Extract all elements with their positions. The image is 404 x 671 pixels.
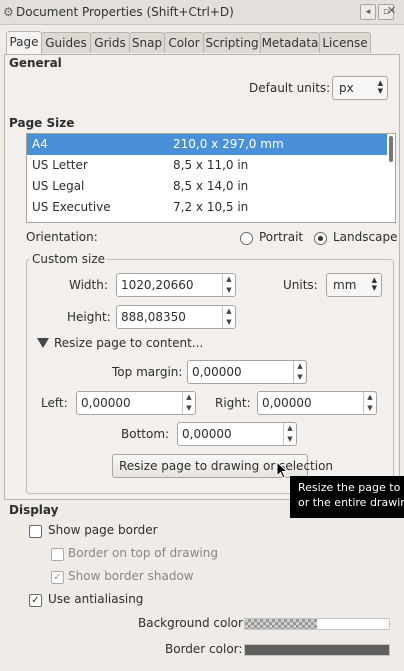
close-icon[interactable]: ✕ (387, 4, 396, 17)
page-size-name: A4 (32, 137, 48, 151)
tab-grids[interactable]: Grids (90, 32, 130, 53)
spin-arrows-icon[interactable]: ▲ ▼ (222, 274, 235, 296)
right-margin-label: Right: (215, 396, 251, 410)
background-color-swatch[interactable] (244, 618, 390, 630)
expander-triangle-icon[interactable] (37, 338, 49, 348)
border-color-swatch[interactable] (244, 644, 390, 656)
custom-size-legend: Custom size (30, 252, 108, 266)
left-margin-spinbox[interactable]: 0,00000 ▲ ▼ (76, 391, 196, 415)
width-spinbox[interactable]: 1020,20660 ▲ ▼ (116, 273, 236, 297)
border-on-top-label[interactable]: Border on top of drawing (68, 546, 218, 560)
right-margin-value: 0,00000 (262, 396, 312, 410)
page-size-list[interactable]: A4 210,0 x 297,0 mm US Letter 8,5 x 11,0… (26, 133, 396, 223)
height-value: 888,08350 (121, 310, 186, 324)
resize-expander-label[interactable]: Resize page to content... (54, 336, 203, 350)
title-bar: ⚙ Document Properties (Shift+Ctrl+D) ◂ ▫… (0, 0, 404, 25)
border-on-top-checkbox[interactable] (51, 548, 64, 561)
tooltip: Resize the page to fit or the entire dra… (290, 476, 404, 518)
left-margin-label: Left: (41, 396, 68, 410)
general-heading: General (9, 56, 62, 70)
tab-page[interactable]: Page (6, 31, 42, 54)
right-margin-spinbox[interactable]: 0,00000 ▲ ▼ (257, 391, 377, 415)
left-margin-value: 0,00000 (81, 396, 131, 410)
spin-arrows-icon[interactable]: ▲ ▼ (222, 306, 235, 328)
height-spinbox[interactable]: 888,08350 ▲ ▼ (116, 305, 236, 329)
resize-page-button-label: Resize page to drawing or selection (119, 459, 334, 473)
show-page-border-label[interactable]: Show page border (48, 523, 158, 537)
width-value: 1020,20660 (121, 278, 194, 292)
page-size-heading: Page Size (9, 116, 75, 130)
page-size-dimensions: 8,5 x 11,0 in (173, 158, 249, 172)
units-value: mm (333, 278, 357, 292)
top-margin-spinbox[interactable]: 0,00000 ▲ ▼ (187, 360, 307, 384)
list-item[interactable]: US Legal 8,5 x 14,0 in (27, 176, 387, 197)
use-antialiasing-label[interactable]: Use antialiasing (48, 592, 143, 606)
spin-arrows-icon[interactable]: ▲ ▼ (283, 423, 296, 445)
tab-license[interactable]: License (319, 32, 371, 53)
default-units-value: px (339, 81, 354, 95)
use-antialiasing-checkbox[interactable]: ✓ (29, 594, 42, 607)
top-margin-value: 0,00000 (192, 365, 242, 379)
landscape-radio[interactable] (314, 232, 327, 245)
spin-arrows-icon[interactable]: ▲ ▼ (363, 392, 376, 414)
page-size-name: US Executive (32, 200, 111, 214)
show-border-shadow-checkbox[interactable]: ✓ (51, 571, 64, 584)
list-item[interactable]: US Executive 7,2 x 10,5 in (27, 197, 387, 218)
background-color-label: Background color: (138, 616, 247, 630)
top-margin-label: Top margin: (112, 365, 183, 379)
page-size-name: US Letter (32, 158, 88, 172)
units-label: Units: (283, 278, 318, 292)
window-title: Document Properties (Shift+Ctrl+D) (16, 5, 234, 19)
checkerboard-pattern (245, 619, 317, 629)
height-label: Height: (67, 310, 111, 324)
units-combo[interactable]: mm ▲ ▼ (326, 273, 382, 297)
bottom-margin-label: Bottom: (121, 427, 170, 441)
list-item[interactable]: A4 210,0 x 297,0 mm (27, 134, 387, 155)
bottom-margin-value: 0,00000 (182, 427, 232, 441)
spin-arrows-icon[interactable]: ▲ ▼ (182, 392, 195, 414)
list-scrollbar[interactable] (389, 136, 393, 162)
combo-arrows-icon: ▲ ▼ (377, 79, 383, 95)
combo-arrows-icon: ▲ ▼ (371, 276, 377, 292)
border-color-label: Border color: (165, 642, 243, 656)
page-size-dimensions: 7,2 x 10,5 in (173, 200, 249, 214)
width-label: Width: (69, 278, 108, 292)
tooltip-line-2: or the entire drawing (298, 496, 404, 509)
collapse-icon[interactable]: ◂ (360, 4, 376, 20)
show-border-shadow-label[interactable]: Show border shadow (68, 569, 194, 583)
tab-metadata[interactable]: Metadata (260, 32, 320, 53)
landscape-label[interactable]: Landscape (333, 230, 397, 244)
orientation-label: Orientation: (26, 230, 98, 244)
page-size-dimensions: 210,0 x 297,0 mm (173, 137, 284, 151)
bottom-margin-spinbox[interactable]: 0,00000 ▲ ▼ (177, 422, 297, 446)
page-size-name: US Legal (32, 179, 85, 193)
tab-snap[interactable]: Snap (129, 32, 165, 53)
window-menu-icon[interactable]: ⚙ (3, 5, 14, 19)
tooltip-line-1: Resize the page to fit (298, 481, 404, 494)
portrait-label[interactable]: Portrait (259, 230, 303, 244)
tab-color[interactable]: Color (164, 32, 204, 53)
list-item[interactable]: US Letter 8,5 x 11,0 in (27, 155, 387, 176)
spin-arrows-icon[interactable]: ▲ ▼ (293, 361, 306, 383)
default-units-label: Default units: (249, 81, 331, 95)
tab-guides[interactable]: Guides (41, 32, 91, 53)
tab-scripting[interactable]: Scripting (203, 32, 261, 53)
default-units-combo[interactable]: px ▲ ▼ (332, 76, 388, 100)
page-size-dimensions: 8,5 x 14,0 in (173, 179, 249, 193)
mouse-cursor-icon (276, 461, 288, 479)
portrait-radio[interactable] (240, 232, 253, 245)
show-page-border-checkbox[interactable] (29, 525, 42, 538)
display-heading: Display (9, 503, 59, 517)
